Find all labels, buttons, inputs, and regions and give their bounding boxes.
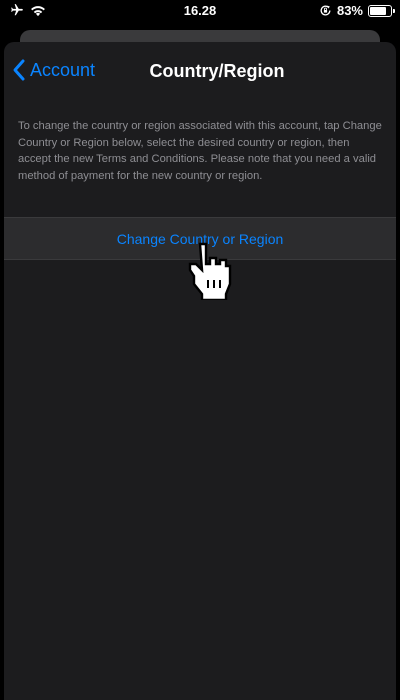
description-text: To change the country or region associat… — [18, 120, 382, 182]
battery-icon — [368, 4, 395, 17]
hand-pointer-icon — [188, 242, 232, 300]
nav-bar: Account Country/Region — [4, 42, 396, 102]
orientation-lock-icon — [320, 5, 331, 16]
status-bar: 16.28 83% — [0, 0, 400, 24]
battery-fill — [370, 6, 386, 15]
country-region-sheet: Account Country/Region To change the cou… — [4, 42, 396, 700]
page-title: Country/Region — [149, 61, 285, 81]
battery-percent: 83% — [336, 3, 363, 18]
battery-nub — [393, 8, 395, 13]
status-right-icons: 83% — [319, 3, 395, 18]
